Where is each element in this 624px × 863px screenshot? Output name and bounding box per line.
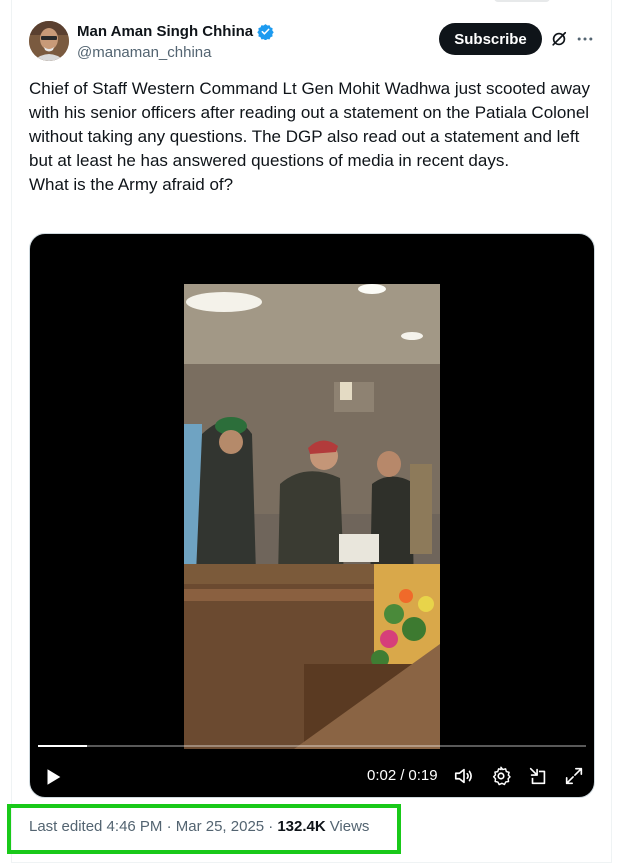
volume-icon[interactable] xyxy=(453,765,475,787)
left-border xyxy=(11,0,12,863)
time-separator: / xyxy=(400,767,405,784)
avatar[interactable] xyxy=(29,21,69,61)
video-frame xyxy=(184,284,440,749)
author-handle[interactable]: @manaman_chhina xyxy=(77,44,211,61)
top-scroll-tab xyxy=(494,0,550,2)
right-border xyxy=(611,0,612,863)
views-count: 132.4K xyxy=(277,818,326,835)
settings-icon[interactable] xyxy=(490,765,512,787)
video-player[interactable]: 0:02 / 0:19 xyxy=(29,233,595,798)
tweet-text: Chief of Staff Western Command Lt Gen Mo… xyxy=(29,79,590,194)
video-progress-fill xyxy=(38,745,88,747)
author-name-row[interactable]: Man Aman Singh Chhina xyxy=(77,23,274,41)
play-icon[interactable] xyxy=(42,766,64,788)
views-label: Views xyxy=(329,818,370,835)
edited-timestamp[interactable]: Last edited 4:46 PM · Mar 25, 2025 · xyxy=(29,818,273,835)
tweet-meta: Last edited 4:46 PM · Mar 25, 2025 · 132… xyxy=(29,818,369,835)
minimize-icon[interactable] xyxy=(527,765,549,787)
current-time: 0:02 xyxy=(367,767,397,784)
fullscreen-icon[interactable] xyxy=(563,765,585,787)
author-display-name[interactable]: Man Aman Singh Chhina xyxy=(77,23,253,40)
duration: 0:19 xyxy=(408,767,438,784)
video-progress-bar[interactable] xyxy=(38,745,586,747)
video-time-readout: 0:02 / 0:19 xyxy=(367,767,438,784)
grok-icon[interactable] xyxy=(549,29,569,49)
subscribe-button[interactable]: Subscribe xyxy=(439,23,542,55)
more-dots-icon[interactable] xyxy=(575,29,595,49)
verified-badge-icon xyxy=(257,23,274,41)
